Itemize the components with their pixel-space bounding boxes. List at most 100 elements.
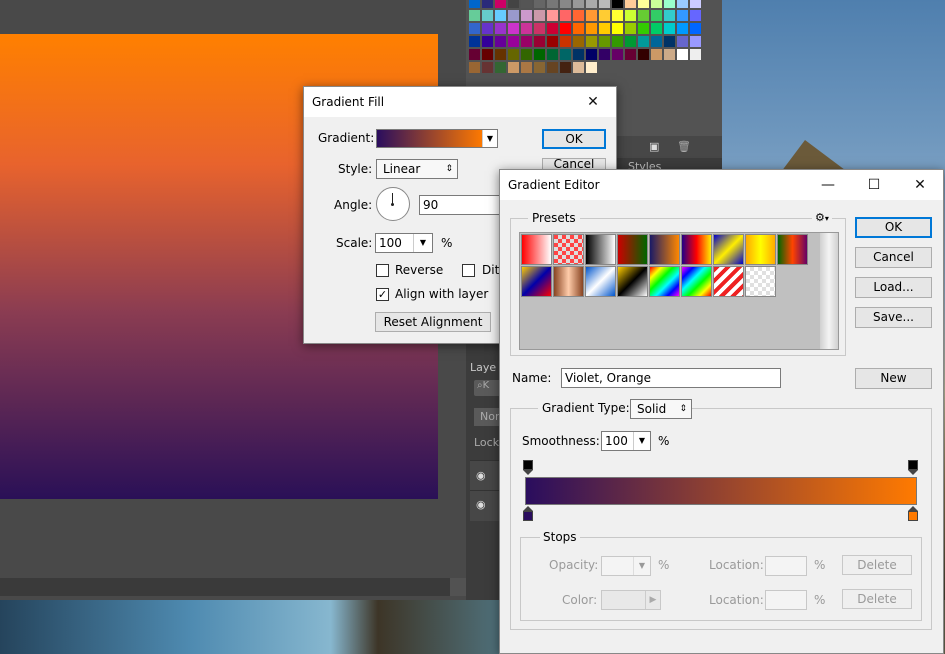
layers-search-box[interactable]: ⌕K	[474, 380, 502, 396]
color-swatch[interactable]	[664, 23, 675, 34]
gradient-preset[interactable]	[745, 266, 776, 297]
color-swatch[interactable]	[638, 23, 649, 34]
color-swatch[interactable]	[625, 0, 636, 8]
gradient-preset[interactable]	[713, 234, 744, 265]
presets-scrollbar[interactable]	[820, 233, 838, 349]
color-swatch[interactable]	[612, 0, 623, 8]
scale-input[interactable]: 100 ▼	[375, 233, 433, 253]
color-swatch[interactable]	[482, 49, 493, 60]
color-swatch[interactable]	[469, 62, 480, 73]
gradient-preset[interactable]	[617, 266, 648, 297]
color-swatch[interactable]	[521, 23, 532, 34]
color-swatch[interactable]	[651, 23, 662, 34]
color-swatch[interactable]	[521, 62, 532, 73]
color-swatch[interactable]	[586, 62, 597, 73]
gradient-picker[interactable]: ▼	[376, 129, 498, 148]
color-swatch[interactable]	[573, 36, 584, 47]
color-swatch[interactable]	[495, 36, 506, 47]
chevron-down-icon[interactable]: ▼	[633, 432, 650, 450]
gradient-preset[interactable]	[521, 266, 552, 297]
cancel-button[interactable]: Cancel	[855, 247, 932, 268]
color-swatch[interactable]	[625, 23, 636, 34]
color-swatch[interactable]	[677, 36, 688, 47]
gradient-preset[interactable]	[681, 266, 712, 297]
color-swatch[interactable]	[599, 36, 610, 47]
color-swatch[interactable]	[677, 23, 688, 34]
gradient-type-select[interactable]: Solid ⇕	[630, 399, 692, 419]
color-swatch[interactable]	[560, 62, 571, 73]
color-swatch[interactable]	[482, 10, 493, 21]
color-swatch[interactable]	[599, 49, 610, 60]
eye-icon[interactable]: ◉	[476, 470, 492, 482]
gradient-preset[interactable]	[649, 234, 680, 265]
close-icon[interactable]: ✕	[570, 87, 616, 117]
color-swatch[interactable]	[508, 62, 519, 73]
color-swatch[interactable]	[638, 0, 649, 8]
color-swatch[interactable]	[677, 0, 688, 8]
gear-icon[interactable]: ⚙▾	[812, 209, 832, 228]
color-swatch[interactable]	[586, 23, 597, 34]
color-swatch[interactable]	[534, 0, 545, 8]
color-swatch[interactable]	[560, 23, 571, 34]
color-swatch[interactable]	[664, 49, 675, 60]
color-swatch[interactable]	[599, 10, 610, 21]
color-swatch[interactable]	[547, 10, 558, 21]
gradient-preset[interactable]	[649, 266, 680, 297]
minimize-icon[interactable]: —	[805, 170, 851, 200]
color-swatch[interactable]	[469, 36, 480, 47]
save-button[interactable]: Save...	[855, 307, 932, 328]
load-button[interactable]: Load...	[855, 277, 932, 298]
color-swatch[interactable]	[482, 0, 493, 8]
color-location-input[interactable]	[765, 590, 807, 610]
color-swatch[interactable]	[495, 62, 506, 73]
color-swatch[interactable]	[599, 0, 610, 8]
color-swatch[interactable]	[573, 62, 584, 73]
ok-button[interactable]: OK	[542, 129, 606, 149]
color-swatch[interactable]	[469, 10, 480, 21]
color-swatch[interactable]	[495, 23, 506, 34]
close-icon[interactable]: ✕	[897, 170, 943, 200]
smoothness-input[interactable]: 100 ▼	[601, 431, 651, 451]
new-item-icon[interactable]: ▣	[649, 140, 659, 153]
color-delete-button[interactable]: Delete	[842, 589, 912, 609]
color-swatch[interactable]	[586, 49, 597, 60]
opacity-stop-left[interactable]	[523, 460, 533, 476]
color-swatch[interactable]	[508, 49, 519, 60]
color-swatch[interactable]	[534, 10, 545, 21]
color-swatch[interactable]	[612, 23, 623, 34]
color-swatch[interactable]	[482, 36, 493, 47]
color-swatch[interactable]	[690, 23, 701, 34]
align-with-layer-checkbox[interactable]: ✓	[376, 288, 389, 301]
opacity-input[interactable]: ▼	[601, 556, 651, 576]
chevron-down-icon[interactable]: ▼	[413, 234, 432, 252]
horizontal-scrollbar[interactable]	[0, 578, 450, 596]
dither-checkbox[interactable]	[462, 264, 475, 277]
color-swatch[interactable]	[612, 49, 623, 60]
color-swatch[interactable]	[690, 10, 701, 21]
color-swatch[interactable]	[495, 49, 506, 60]
trash-icon[interactable]: 🗑	[677, 140, 691, 153]
name-input[interactable]: Violet, Orange	[561, 368, 781, 388]
layers-tab[interactable]: Laye	[470, 358, 500, 378]
color-swatch[interactable]	[508, 10, 519, 21]
color-swatch[interactable]	[599, 23, 610, 34]
color-swatch[interactable]	[560, 10, 571, 21]
color-swatch[interactable]	[547, 23, 558, 34]
color-swatch[interactable]	[469, 49, 480, 60]
color-swatch[interactable]	[573, 10, 584, 21]
color-swatch[interactable]	[625, 10, 636, 21]
gradient-preset[interactable]	[553, 266, 584, 297]
style-select[interactable]: Linear ⇕	[376, 159, 458, 179]
color-swatch[interactable]	[495, 10, 506, 21]
color-swatch[interactable]	[586, 10, 597, 21]
color-swatch[interactable]	[560, 36, 571, 47]
color-swatch[interactable]	[625, 49, 636, 60]
color-swatch[interactable]	[690, 0, 701, 8]
color-swatch[interactable]	[521, 0, 532, 8]
gradient-preset[interactable]	[745, 234, 776, 265]
color-swatch[interactable]	[508, 36, 519, 47]
color-swatch[interactable]	[638, 36, 649, 47]
gradient-preset[interactable]	[585, 266, 616, 297]
color-swatch[interactable]	[508, 23, 519, 34]
chevron-down-icon[interactable]: ▼	[482, 130, 497, 147]
